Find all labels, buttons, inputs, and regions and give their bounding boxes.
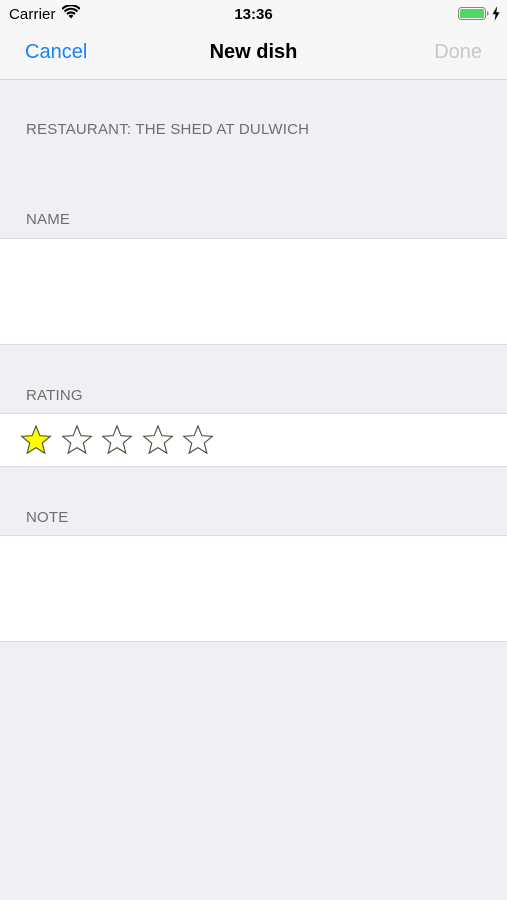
note-field[interactable] xyxy=(0,536,507,641)
star-rating-control xyxy=(19,423,222,457)
star-empty-icon[interactable] xyxy=(60,423,94,457)
rating-section-header: RATING xyxy=(26,387,83,404)
battery-icon xyxy=(458,7,489,20)
rating-cell xyxy=(0,413,507,467)
status-time: 13:36 xyxy=(234,6,273,23)
navigation-bar: Cancel New dish Done xyxy=(0,27,507,80)
restaurant-header: RESTAURANT: THE SHED AT DULWICH xyxy=(26,121,310,138)
page-title: New dish xyxy=(209,41,298,63)
charging-icon xyxy=(492,6,500,21)
name-cell xyxy=(0,238,507,345)
note-cell xyxy=(0,535,507,642)
star-empty-icon[interactable] xyxy=(100,423,134,457)
new-dish-screen: Carrier 13:36 Cancel New dish Done RESTA… xyxy=(0,0,507,900)
star-empty-icon[interactable] xyxy=(141,423,175,457)
done-button[interactable]: Done xyxy=(434,41,482,64)
note-section-header: NOTE xyxy=(26,509,69,526)
status-bar: Carrier 13:36 xyxy=(0,0,507,27)
star-empty-icon[interactable] xyxy=(181,423,215,457)
star-filled-icon[interactable] xyxy=(19,423,53,457)
name-field[interactable] xyxy=(0,239,507,344)
name-section-header: NAME xyxy=(26,211,71,228)
